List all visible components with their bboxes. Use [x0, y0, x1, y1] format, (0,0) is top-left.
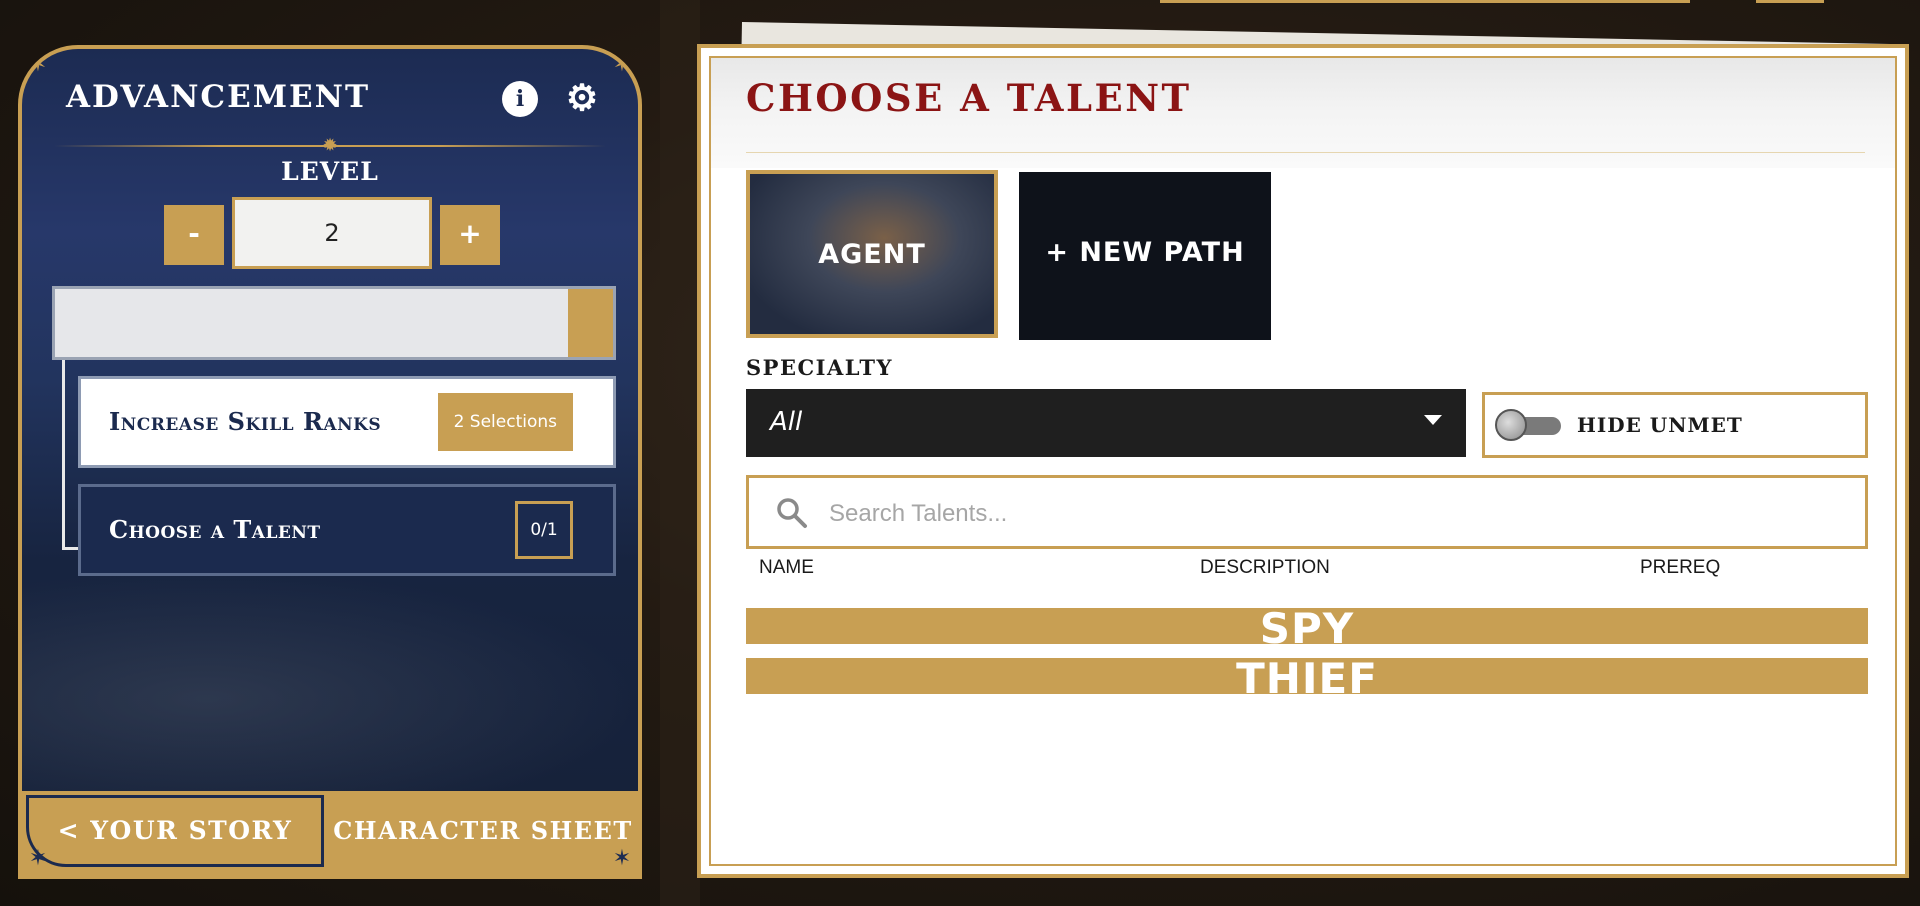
panel-footer: < YOUR STORY CHARACTER SHEET — [22, 791, 638, 875]
step-increase-skill-ranks[interactable]: Increase Skill Ranks 2 Selections — [78, 376, 616, 468]
chevron-down-icon — [1424, 415, 1442, 425]
level-increment-button[interactable]: + — [440, 205, 500, 265]
top-strip-left — [1160, 0, 1690, 3]
toggle-knob[interactable] — [1495, 409, 1527, 441]
new-path-button[interactable]: + NEW PATH — [1019, 172, 1271, 340]
panel-background-art — [22, 569, 638, 829]
specialty-label: SPECIALTY — [746, 355, 893, 380]
level-decrement-button[interactable]: - — [164, 205, 224, 265]
specialty-value: All — [770, 407, 803, 437]
tree-connector — [62, 360, 65, 550]
your-story-button[interactable]: < YOUR STORY — [26, 795, 324, 867]
level-input[interactable]: 2 — [232, 197, 432, 269]
talent-row-thief[interactable]: THIEF — [746, 658, 1868, 694]
level-label: LEVEL — [281, 157, 379, 186]
talent-row-spy[interactable]: SPY — [746, 608, 1868, 644]
step-progress-count: 0/1 — [515, 501, 573, 559]
search-icon — [777, 498, 807, 528]
title-divider — [746, 152, 1865, 153]
advancement-panel: ✶ ✶ ADVANCEMENT i ⚙ ✹ LEVEL - 2 + Increa… — [18, 45, 642, 879]
corner-ornament-icon: ✶ — [612, 52, 632, 77]
talent-row-label: SPY — [1259, 608, 1355, 644]
advancement-title: ADVANCEMENT — [66, 79, 371, 115]
character-sheet-button[interactable]: CHARACTER SHEET — [332, 795, 634, 867]
step-choose-a-talent[interactable]: Choose a Talent 0/1 — [78, 484, 616, 576]
top-strip-right — [1756, 0, 1824, 3]
progress-fill — [568, 289, 613, 357]
selections-badge: 2 Selections — [437, 393, 573, 451]
talent-panel: CHOOSE A TALENT AGENT + NEW PATH SPECIAL… — [697, 44, 1909, 878]
step-label: Increase Skill Ranks — [109, 407, 382, 436]
corner-ornament-icon: ✶ — [28, 846, 48, 871]
corner-ornament-icon: ✶ — [28, 52, 48, 77]
column-header-description[interactable]: DESCRIPTION — [1200, 557, 1330, 579]
talent-row-label: THIEF — [1236, 658, 1378, 694]
info-icon[interactable]: i — [502, 81, 538, 117]
specialty-select[interactable]: All — [746, 389, 1466, 457]
background-texture — [660, 0, 700, 906]
hide-unmet-prereqs-toggle[interactable]: HIDE UNMET PREREQS — [1482, 392, 1868, 497]
search-input[interactable] — [827, 488, 1841, 540]
search-box — [746, 475, 1868, 549]
column-header-name[interactable]: NAME — [759, 557, 814, 579]
corner-ornament-icon: ✶ — [612, 846, 632, 871]
step-label: Choose a Talent — [109, 515, 321, 544]
page-title: CHOOSE A TALENT — [746, 76, 1192, 120]
column-header-prereq[interactable]: PREREQ — [1640, 557, 1720, 579]
path-card-agent[interactable]: AGENT — [746, 170, 998, 338]
gear-icon[interactable]: ⚙ — [564, 80, 600, 117]
advancement-progress-bar — [52, 286, 616, 360]
divider-ornament-icon: ✹ — [322, 135, 338, 156]
